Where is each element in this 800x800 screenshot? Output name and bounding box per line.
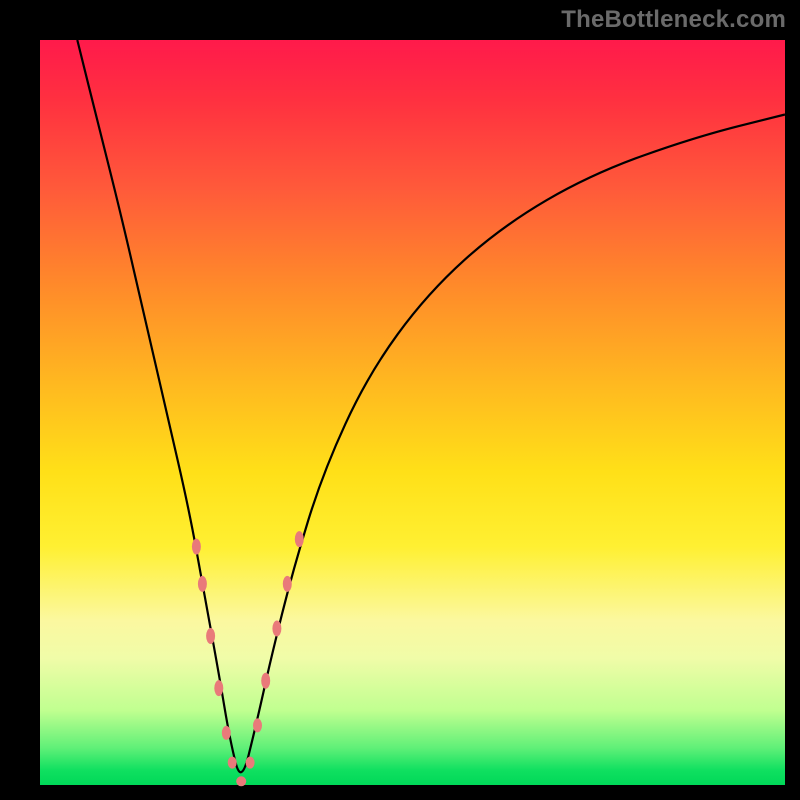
curve-svg	[40, 40, 785, 785]
bead-marker	[222, 726, 231, 740]
bead-marker	[295, 531, 304, 547]
bead-marker	[206, 628, 215, 644]
bead-group	[192, 531, 304, 786]
bead-marker	[246, 757, 255, 769]
bead-marker	[214, 680, 223, 696]
bead-marker	[192, 539, 201, 555]
bead-marker	[198, 576, 207, 592]
bead-marker	[283, 576, 292, 592]
bead-marker	[236, 776, 246, 786]
bead-marker	[228, 757, 237, 769]
watermark-text: TheBottleneck.com	[561, 6, 786, 34]
bead-marker	[261, 673, 270, 689]
chart-frame: TheBottleneck.com	[0, 0, 800, 800]
plot-area	[40, 40, 785, 785]
bead-marker	[253, 718, 262, 732]
bead-marker	[272, 621, 281, 637]
bottleneck-curve	[77, 40, 785, 772]
